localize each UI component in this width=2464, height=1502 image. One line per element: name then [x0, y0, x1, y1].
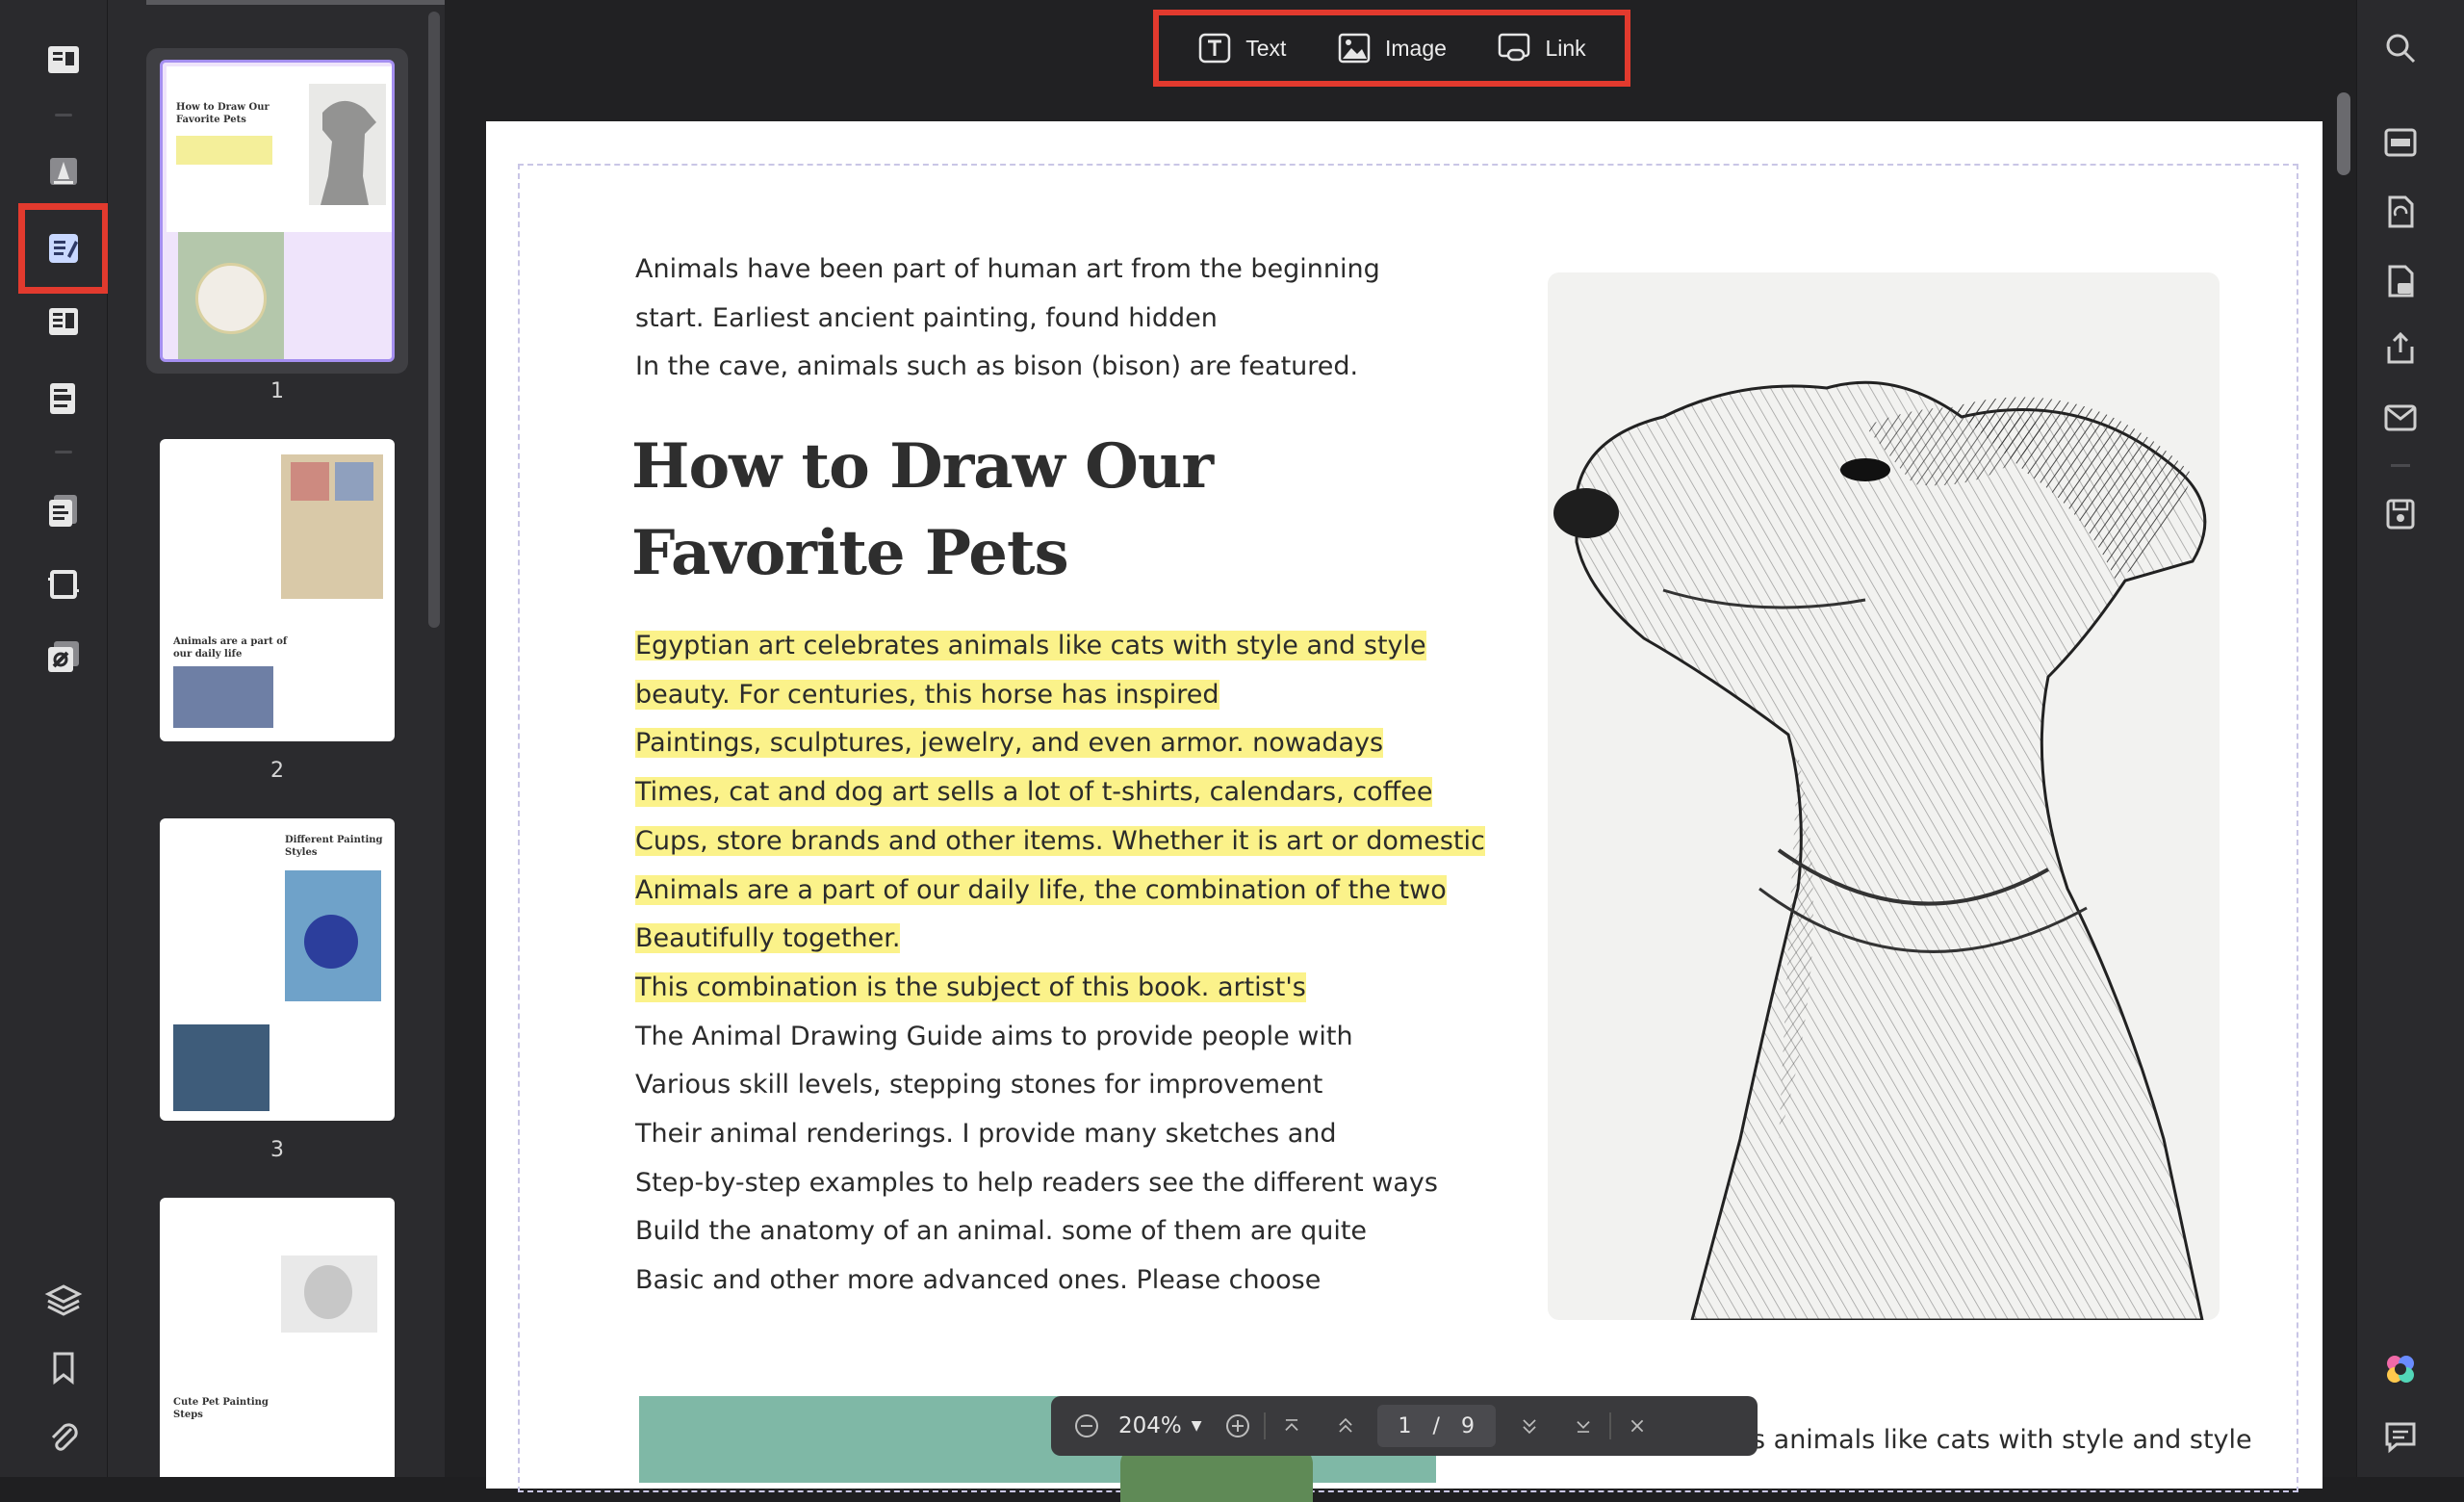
thumb-1-title-1: How to Draw Our [176, 102, 270, 113]
thumb-2-caption-2: our daily life [173, 649, 243, 660]
protect-icon[interactable] [2381, 262, 2420, 300]
text-line: In the cave, animals such as bison (biso… [635, 351, 1359, 382]
pager-divider [1263, 1412, 1266, 1439]
page-title-line-1: How to Draw Our [631, 430, 1214, 503]
zoom-out-icon[interactable] [1072, 1411, 1101, 1440]
page-title[interactable]: How to Draw Our Favorite Pets [631, 424, 1214, 597]
thumb-4-title-1: Cute Pet Painting [173, 1397, 269, 1408]
crop-icon[interactable] [42, 562, 85, 605]
thumbnail-page-3[interactable]: Different Painting Styles [160, 818, 395, 1121]
reader-icon[interactable] [42, 39, 85, 81]
edit-mode-toolbar: Text Image Link [1153, 10, 1630, 87]
page-organize-icon[interactable] [42, 300, 85, 343]
thumbnail-page-number-2: 2 [270, 759, 284, 783]
highlighter-icon[interactable] [42, 150, 85, 193]
thumbnail-page-number-3: 3 [270, 1138, 284, 1162]
text-line: Step-by-step examples to help readers se… [635, 1167, 1438, 1198]
add-link-button[interactable]: Link [1497, 31, 1586, 65]
page-separator: / [1432, 1413, 1440, 1438]
left-toolbar [0, 0, 108, 1477]
add-image-button[interactable]: Image [1337, 31, 1447, 65]
intro-paragraph[interactable]: Animals have been part of human art from… [635, 246, 1380, 392]
thumbnail-scrollbar[interactable] [428, 12, 440, 628]
page-navigation-bar: 204% ▼ 1 / 9 [1051, 1396, 1758, 1456]
add-text-label: Text [1245, 35, 1287, 61]
thumb-2-caption-1: Animals are a part of [173, 636, 288, 647]
chevron-down-icon: ▼ [1191, 1418, 1202, 1434]
text-line: Animals have been part of human art from… [635, 254, 1380, 284]
batch-icon[interactable] [42, 635, 85, 678]
pager-divider [1608, 1412, 1611, 1439]
image-tool-icon [1338, 33, 1371, 64]
comment-icon[interactable] [2381, 1417, 2420, 1456]
highlighted-line: Times, cat and dog art sells a lot of t-… [635, 777, 1433, 808]
page-title-line-2: Favorite Pets [631, 517, 1069, 589]
highlighted-line: Egyptian art celebrates animals like cat… [635, 631, 1426, 660]
convert-icon[interactable] [42, 489, 85, 531]
toolbar-divider [2391, 464, 2410, 467]
text-line: Basic and other more advanced ones. Plea… [635, 1265, 1322, 1296]
highlighted-line: Cups, store brands and other items. Whet… [635, 825, 1485, 856]
zoom-level-value: 204% [1118, 1413, 1182, 1438]
toolbar-divider [55, 451, 72, 453]
thumb-4-title-2: Steps [173, 1410, 203, 1420]
highlighted-line: This combination is the subject of this … [635, 971, 1306, 1002]
zoom-in-icon[interactable] [1223, 1411, 1252, 1440]
attachment-icon[interactable] [42, 1415, 85, 1458]
thumbnail-page-4[interactable]: Cute Pet Painting Steps [160, 1198, 395, 1477]
thumbnail-page-2[interactable]: Animals are a part of our daily life [160, 439, 395, 741]
close-icon[interactable] [1623, 1411, 1652, 1440]
zoom-level-select[interactable]: 204% ▼ [1118, 1413, 1202, 1438]
add-image-label: Image [1385, 35, 1447, 61]
text-line: start. Earliest ancient painting, found … [635, 302, 1218, 333]
share-icon[interactable] [2381, 329, 2420, 368]
highlighted-line: Animals are a part of our daily life, th… [635, 874, 1447, 905]
convert-file-icon[interactable] [2381, 193, 2420, 231]
form-icon[interactable] [42, 377, 85, 420]
text-line: Various skill levels, stepping stones fo… [635, 1070, 1323, 1101]
link-tool-icon [1499, 33, 1530, 62]
layers-icon[interactable] [42, 1279, 85, 1321]
next-page-icon[interactable] [1515, 1411, 1544, 1440]
mail-icon[interactable] [2381, 399, 2420, 437]
previous-page-icon[interactable] [1331, 1411, 1360, 1440]
toolbar-divider [55, 114, 72, 117]
thumbnail-page-number-1: 1 [270, 379, 284, 403]
thumbnail-page-1[interactable]: How to Draw Our Favorite Pets [160, 60, 395, 362]
dog-sketch-image[interactable] [1548, 272, 2220, 1320]
page-number-field[interactable]: 1 / 9 [1376, 1405, 1496, 1447]
add-text-button[interactable]: Text [1197, 31, 1286, 65]
bookmark-icon[interactable] [42, 1346, 85, 1388]
text-line: Their animal renderings. I provide many … [635, 1119, 1337, 1150]
highlighted-line: Beautifully together. [635, 923, 901, 954]
search-icon[interactable] [2381, 29, 2420, 67]
thumb-3-title-1: Different Painting [285, 835, 383, 845]
edit-pdf-icon[interactable] [18, 203, 109, 294]
ai-icon[interactable] [2381, 1350, 2420, 1388]
thumb-1-title-2: Favorite Pets [176, 115, 246, 125]
add-link-label: Link [1545, 35, 1586, 61]
first-page-icon[interactable] [1277, 1411, 1306, 1440]
highlighted-line: Paintings, sculptures, jewelry, and even… [635, 728, 1384, 759]
dog-sketch-drawing [1553, 380, 2207, 1320]
last-page-icon[interactable] [1569, 1411, 1598, 1440]
thumb-3-title-2: Styles [285, 847, 318, 858]
text-line: s animals like cats with style and style [1752, 1425, 2252, 1455]
save-icon[interactable] [2381, 495, 2420, 533]
body-paragraph[interactable]: Egyptian art celebrates animals like cat… [635, 622, 1485, 1306]
current-page: 1 [1398, 1413, 1412, 1438]
highlighted-line: beauty. For centuries, this horse has in… [635, 679, 1219, 710]
text-line: The Animal Drawing Guide aims to provide… [635, 1021, 1353, 1051]
text-line: Build the anatomy of an animal. some of … [635, 1216, 1368, 1247]
ocr-icon[interactable] [2381, 123, 2420, 162]
text-tool-icon [1199, 33, 1231, 64]
total-pages: 9 [1460, 1413, 1475, 1438]
document-scrollbar[interactable] [2337, 92, 2350, 175]
